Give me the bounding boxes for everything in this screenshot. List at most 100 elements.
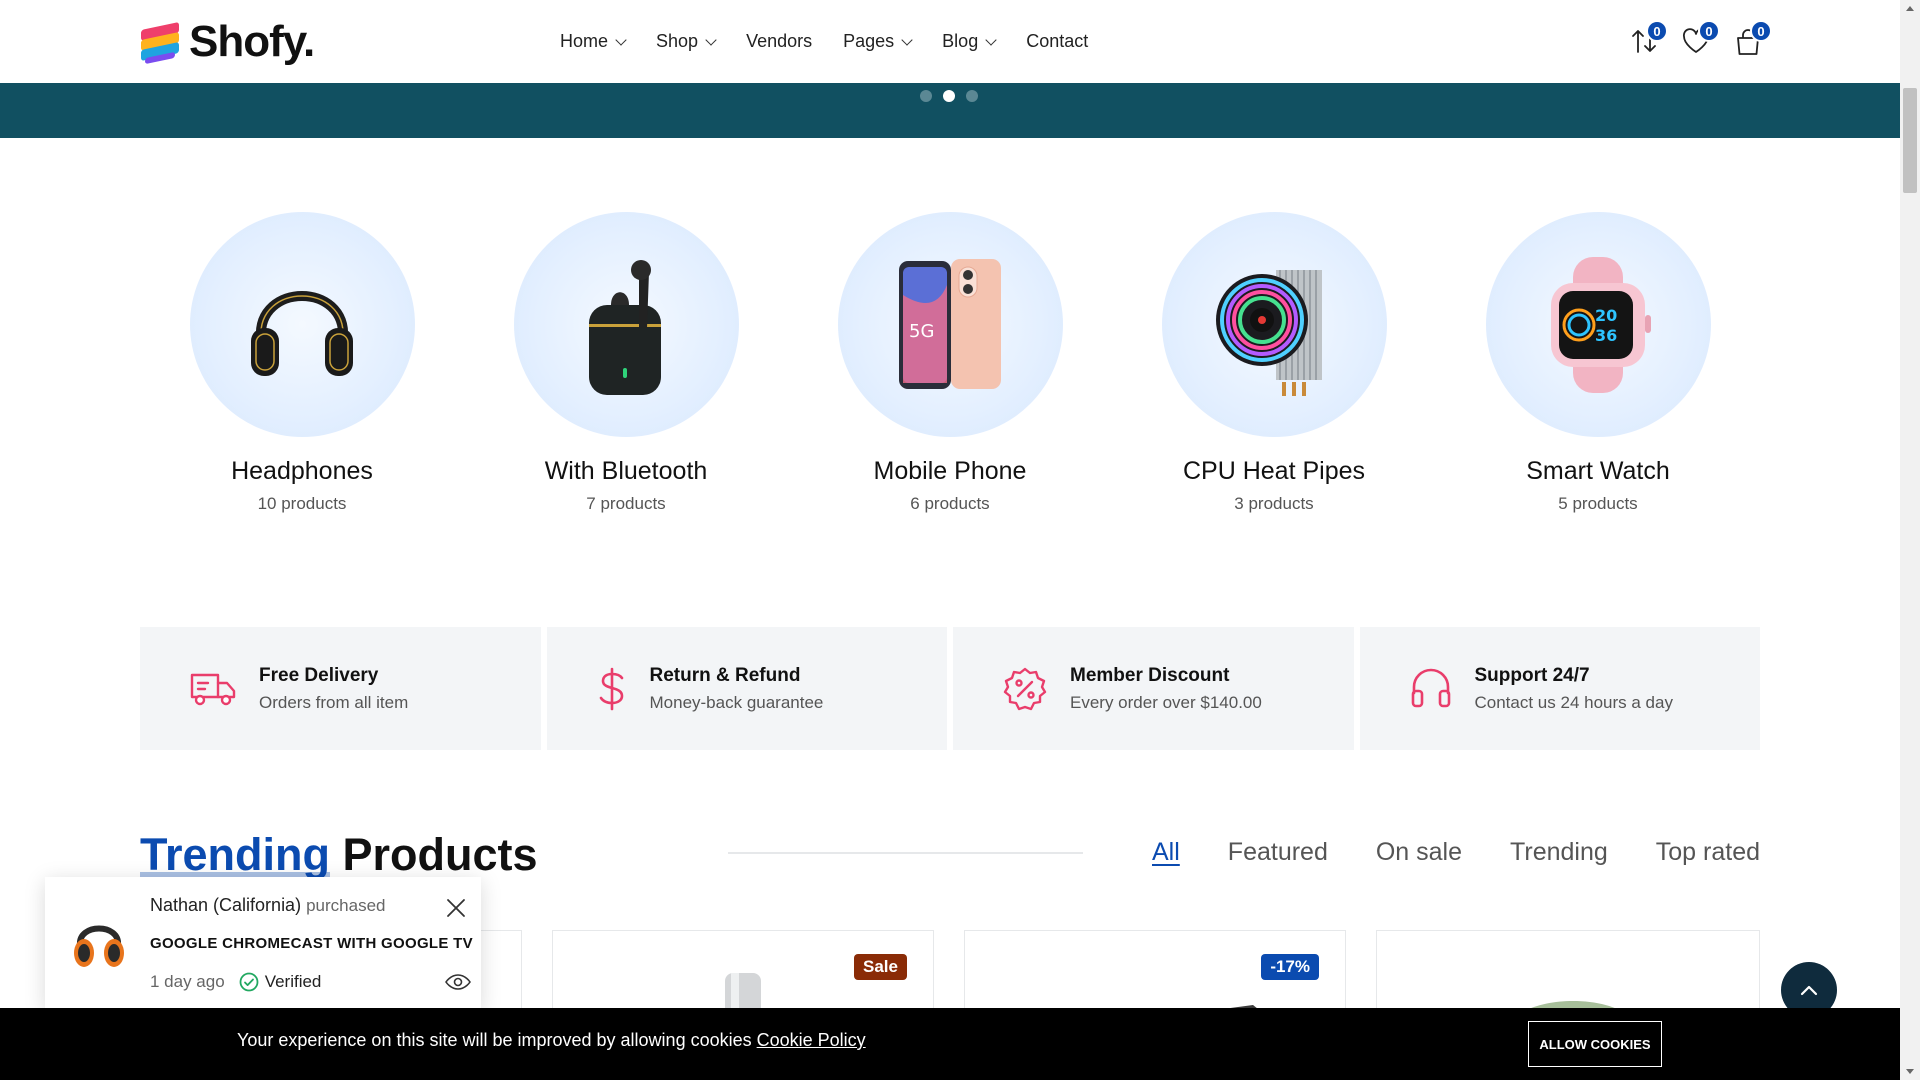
feature-subtitle: Contact us 24 hours a day [1474,692,1673,712]
category-image[interactable] [189,212,415,437]
category-image[interactable] [513,212,739,437]
earbuds-icon [589,259,661,395]
slider-dot[interactable] [966,90,978,102]
category-name[interactable]: Mobile Phone [788,457,1112,486]
scrollbar[interactable] [1900,0,1920,1080]
popup-meta: 1 day ago Verified [150,972,321,992]
category-count: 10 products [257,494,347,513]
feature-strip: Free Delivery Orders from all item Retur… [140,627,1760,750]
slider-dot[interactable] [920,90,932,102]
category-list: Headphones 10 products With Bluetooth 7 … [140,212,1760,514]
category-item[interactable]: 20 36 Smart Watch 5 products [1436,212,1760,514]
feature-title: Member Discount [1070,664,1230,686]
allow-cookies-button[interactable]: ALLOW COOKIES [1528,1021,1662,1067]
check-circle-icon [239,972,259,992]
cart-count-badge: 0 [1750,20,1772,42]
category-name[interactable]: CPU Heat Pipes [1112,457,1436,486]
site-header: Shofy. Home Shop Vendors Pages Blog Cont… [0,0,1900,83]
cookie-message: Your experience on this site will be imp… [237,1030,866,1051]
eye-icon[interactable] [445,973,471,991]
popup-product-name[interactable]: GOOGLE CHROMECAST WITH GOOGLE TV [150,935,473,952]
nav-item-home[interactable]: Home [560,31,627,52]
tab-featured[interactable]: Featured [1228,838,1328,867]
nav-label: Blog [942,31,979,51]
buyer-action: purchased [306,896,386,915]
tab-top-rated[interactable]: Top rated [1656,838,1760,867]
nav-item-pages[interactable]: Pages [843,31,913,52]
category-item[interactable]: CPU Heat Pipes 3 products [1112,212,1436,514]
scroll-down-arrow-icon[interactable] [1906,1069,1914,1074]
section-title-rest: Products [342,829,538,880]
discount-badge: -17% [1261,954,1319,980]
feature-subtitle: Orders from all item [259,692,409,712]
nav-item-shop[interactable]: Shop [656,31,717,52]
recent-purchase-popup: Nathan (California) purchased GOOGLE CHR… [45,877,481,1009]
cookie-policy-link[interactable]: Cookie Policy [757,1030,866,1050]
section-divider [728,852,1083,854]
nav-label: Contact [1026,31,1089,51]
feature-title: Return & Refund [649,664,801,686]
cookie-banner: Your experience on this site will be imp… [0,1008,1900,1080]
popup-buyer: Nathan (California) purchased [150,895,385,916]
nav-item-blog[interactable]: Blog [942,31,997,52]
chevron-down-icon [705,33,717,46]
nav-item-vendors[interactable]: Vendors [746,31,812,52]
category-name[interactable]: Smart Watch [1436,457,1760,486]
section-title: Trending Products [140,829,538,881]
close-icon[interactable] [445,897,467,919]
tab-all[interactable]: All [1152,838,1180,867]
phone-icon: 5G [899,258,1001,389]
slider-dot-active[interactable] [943,90,955,102]
category-image[interactable]: 20 36 [1485,212,1711,437]
headphones-icon [251,290,353,376]
svg-text:20: 20 [1595,306,1617,325]
smartwatch-icon: 20 36 [1551,256,1651,393]
category-count: 7 products [586,494,666,513]
wishlist-count-badge: 0 [1698,20,1720,42]
cart-button[interactable]: 0 [1732,20,1772,56]
feature-item: Support 24/7 Contact us 24 hours a day [1359,627,1760,750]
feature-subtitle: Every order over $140.00 [1070,692,1262,712]
tab-on-sale[interactable]: On sale [1376,838,1462,867]
feature-title: Free Delivery [259,664,379,686]
scrollbar-thumb[interactable] [1903,88,1917,193]
wishlist-button[interactable]: 0 [1680,20,1720,56]
category-item[interactable]: 5G Mobile Phone 6 products [788,212,1112,514]
scroll-up-arrow-icon[interactable] [1906,6,1914,11]
compare-count-badge: 0 [1646,20,1668,42]
dollar-icon [599,667,623,710]
category-name[interactable]: Headphones [140,457,464,486]
nav-label: Home [560,31,609,51]
popup-verified: Verified [264,972,322,991]
category-image[interactable]: 5G [837,212,1063,437]
nav-label: Vendors [746,31,813,51]
buyer-name: Nathan (California) [150,895,302,915]
section-title-accent: Trending [140,829,330,880]
headset-icon [1411,668,1450,707]
truck-icon [190,673,236,705]
tab-trending[interactable]: Trending [1510,838,1608,867]
category-image[interactable] [1161,212,1387,437]
category-count: 5 products [1558,494,1638,513]
feature-subtitle: Money-back guarantee [649,692,824,712]
nav-label: Pages [843,31,895,51]
category-name[interactable]: With Bluetooth [464,457,788,486]
category-item[interactable]: Headphones 10 products [140,212,464,514]
svg-text:5G: 5G [909,321,934,342]
category-count: 3 products [1234,494,1314,513]
feature-item: Member Discount Every order over $140.00 [953,627,1354,750]
main-nav: Home Shop Vendors Pages Blog Contact [560,0,1119,83]
chevron-down-icon [615,33,627,46]
feature-item: Return & Refund Money-back guarantee [546,627,947,750]
category-count: 6 products [910,494,990,513]
logo[interactable]: Shofy. [139,17,315,67]
feature-item: Free Delivery Orders from all item [140,627,541,750]
chevron-down-icon [901,33,913,46]
svg-text:36: 36 [1595,326,1617,345]
logo-text: Shofy. [189,17,315,66]
logo-mark-icon [139,21,183,65]
nav-item-contact[interactable]: Contact [1026,31,1088,52]
compare-button[interactable]: 0 [1628,20,1668,56]
category-item[interactable]: With Bluetooth 7 products [464,212,788,514]
cookie-text: Your experience on this site will be imp… [237,1030,752,1050]
